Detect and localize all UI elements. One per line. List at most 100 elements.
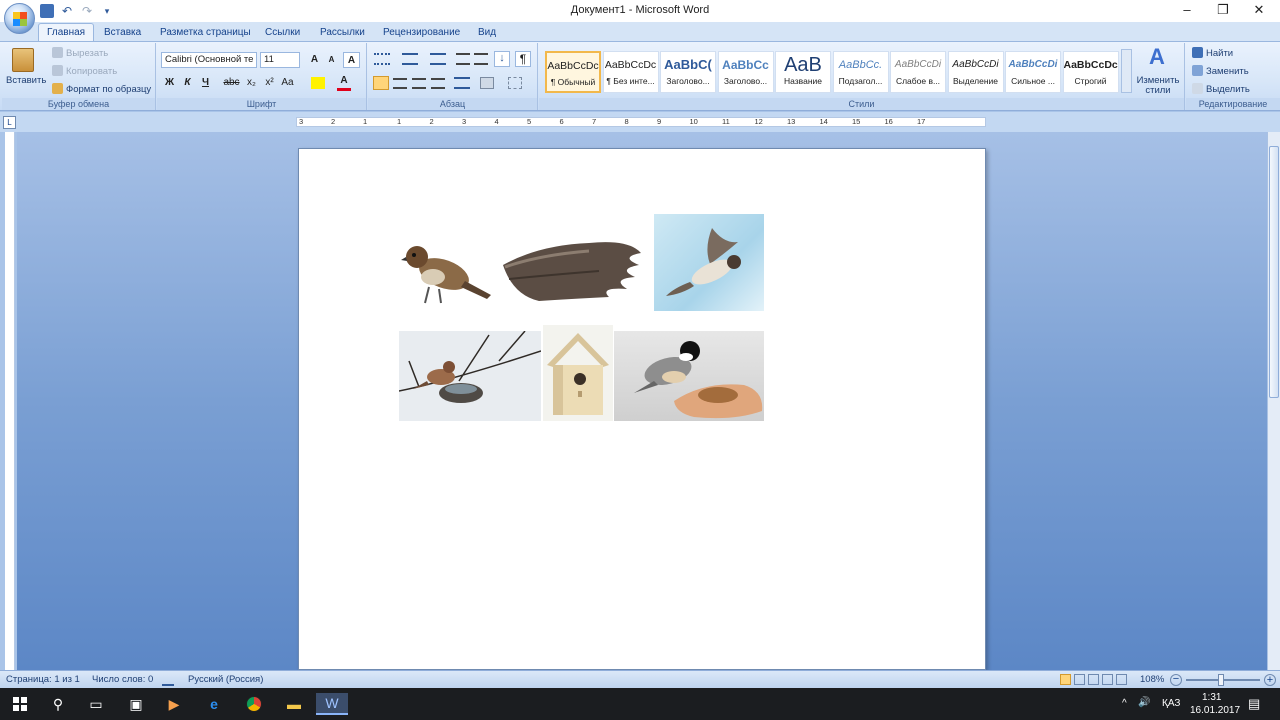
paste-icon[interactable] (12, 48, 34, 72)
task-view-icon[interactable]: ▭ (80, 693, 112, 715)
word-taskbar-icon[interactable]: W (316, 693, 348, 715)
grow-font-button[interactable]: A (306, 52, 323, 68)
shrink-font-button[interactable]: A (323, 52, 340, 68)
customize-qat-icon[interactable]: ▾ (100, 4, 114, 18)
horizontal-ruler[interactable]: 3 2 1 1 2 3 4 5 6 7 8 9 10 11 12 13 14 15 16 17 (296, 117, 986, 127)
clear-format-button[interactable]: A (343, 52, 360, 68)
tab-insert[interactable]: Вставка (104, 24, 141, 41)
close-button[interactable]: ✕ (1242, 0, 1276, 22)
line-spacing-icon[interactable] (454, 77, 470, 89)
web-view-icon[interactable] (1088, 674, 1099, 685)
input-language[interactable]: ҚАЗ (1162, 698, 1180, 709)
zoom-level[interactable]: 108% (1140, 674, 1164, 685)
find-button[interactable]: Найти (1192, 47, 1233, 59)
decrease-indent-icon[interactable] (456, 53, 470, 65)
pilcrow-icon[interactable]: ¶ (515, 51, 531, 67)
language[interactable]: Русский (Россия) (188, 674, 263, 685)
increase-indent-icon[interactable] (474, 53, 488, 65)
clock-time[interactable]: 1:31 (1202, 692, 1221, 703)
gallery-scroll[interactable] (1121, 49, 1132, 93)
style-tile[interactable]: AaBbCcDc ¶ Обычный (545, 51, 601, 93)
paste-button[interactable]: Вставить (6, 75, 46, 86)
print-layout-view-icon[interactable] (1060, 674, 1071, 685)
chickadee-on-hand-image[interactable] (614, 331, 764, 421)
redo-icon[interactable]: ↷ (80, 4, 94, 18)
style-tile[interactable]: AaBbCcDi Сильное ... (1005, 51, 1061, 93)
tab-page-layout[interactable]: Разметка страницы (160, 24, 251, 41)
align-left-icon[interactable] (373, 76, 389, 90)
file-explorer-icon[interactable]: ▬ (278, 693, 310, 715)
select-button[interactable]: Выделить (1192, 83, 1250, 95)
tab-review[interactable]: Рецензирование (383, 24, 460, 41)
zoom-in-icon[interactable]: + (1264, 674, 1276, 686)
word-count[interactable]: Число слов: 0 (92, 674, 153, 685)
subscript-button[interactable]: x₂ (243, 75, 260, 91)
align-center-icon[interactable] (393, 78, 407, 89)
zoom-out-icon[interactable]: − (1170, 674, 1182, 686)
copy-button[interactable]: Копировать (52, 65, 117, 77)
style-tile[interactable]: AaBbCcDi Слабое в... (890, 51, 946, 93)
format-painter-button[interactable]: Формат по образцу (52, 83, 151, 95)
bird-wing-image[interactable] (499, 235, 645, 305)
media-player-icon[interactable]: ▶ (158, 693, 190, 715)
change-styles-icon[interactable]: A (1145, 45, 1169, 69)
volume-icon[interactable]: 🔊 (1138, 697, 1150, 708)
multilevel-list-icon[interactable] (430, 53, 446, 65)
font-name-combo[interactable]: Calibri (Основной те (161, 52, 257, 68)
style-tile[interactable]: AaBbCcDc Строгий (1062, 51, 1119, 93)
draft-view-icon[interactable] (1116, 674, 1127, 685)
style-tile[interactable]: AaB Название (775, 51, 831, 93)
vertical-ruler[interactable] (5, 132, 15, 672)
sort-icon[interactable]: ↓ (494, 51, 510, 67)
proofing-icon[interactable] (162, 674, 174, 686)
tray-chevron-icon[interactable]: ^ (1122, 698, 1127, 709)
outline-view-icon[interactable] (1102, 674, 1113, 685)
notifications-icon[interactable]: ▤ (1248, 696, 1260, 712)
tab-view[interactable]: Вид (478, 24, 496, 41)
numbering-icon[interactable] (402, 53, 418, 65)
tab-home[interactable]: Главная (38, 23, 95, 41)
bold-button[interactable]: Ж (161, 75, 178, 91)
tab-mailings[interactable]: Рассылки (320, 24, 365, 41)
font-size-combo[interactable]: 11 (260, 52, 300, 68)
windows-start-icon[interactable] (4, 693, 36, 715)
zoom-slider-thumb[interactable] (1218, 674, 1224, 686)
undo-icon[interactable]: ↶ (60, 4, 74, 18)
page-count[interactable]: Страница: 1 из 1 (6, 674, 80, 685)
sparrow-perched-image[interactable] (399, 229, 494, 311)
change-case-button[interactable]: Aa (279, 75, 296, 91)
borders-icon[interactable] (508, 77, 522, 89)
align-right-icon[interactable] (412, 78, 426, 89)
document-page[interactable] (298, 148, 986, 670)
store-icon[interactable]: ▣ (120, 693, 152, 715)
scrollbar-thumb[interactable] (1269, 146, 1279, 398)
style-tile[interactable]: AaBbCc Заголово... (717, 51, 774, 93)
change-styles-button[interactable]: Изменить стили (1135, 76, 1181, 96)
birdhouse-image[interactable] (543, 325, 613, 421)
save-icon[interactable] (40, 4, 54, 18)
office-button[interactable] (4, 3, 35, 34)
style-tile[interactable]: AaBbCc. Подзагол... (832, 51, 889, 93)
shading-icon[interactable] (480, 77, 494, 89)
highlight-icon[interactable] (311, 77, 325, 89)
bird-on-nest-image[interactable] (399, 331, 541, 421)
bullets-icon[interactable] (374, 53, 390, 65)
style-tile[interactable]: AaBbCcDc ¶ Без инте... (602, 51, 659, 93)
font-color-icon[interactable]: A (337, 75, 351, 91)
search-icon[interactable]: ⚲ (42, 693, 74, 715)
cut-button[interactable]: Вырезать (52, 47, 108, 59)
flying-bird-photo[interactable] (654, 214, 764, 311)
italic-button[interactable]: К (179, 75, 196, 91)
tab-selector-icon[interactable]: L (3, 116, 16, 129)
replace-button[interactable]: Заменить (1192, 65, 1249, 77)
underline-button[interactable]: Ч (197, 75, 214, 91)
chrome-icon[interactable] (238, 693, 270, 715)
superscript-button[interactable]: x² (261, 75, 278, 91)
tab-references[interactable]: Ссылки (265, 24, 300, 41)
full-screen-view-icon[interactable] (1074, 674, 1085, 685)
strikethrough-button[interactable]: abc (223, 75, 240, 91)
justify-icon[interactable] (431, 78, 445, 89)
style-tile[interactable]: AaBbCcDi Выделение (947, 51, 1004, 93)
restore-button[interactable]: ❐ (1206, 0, 1240, 22)
edge-browser-icon[interactable]: e (198, 693, 230, 715)
